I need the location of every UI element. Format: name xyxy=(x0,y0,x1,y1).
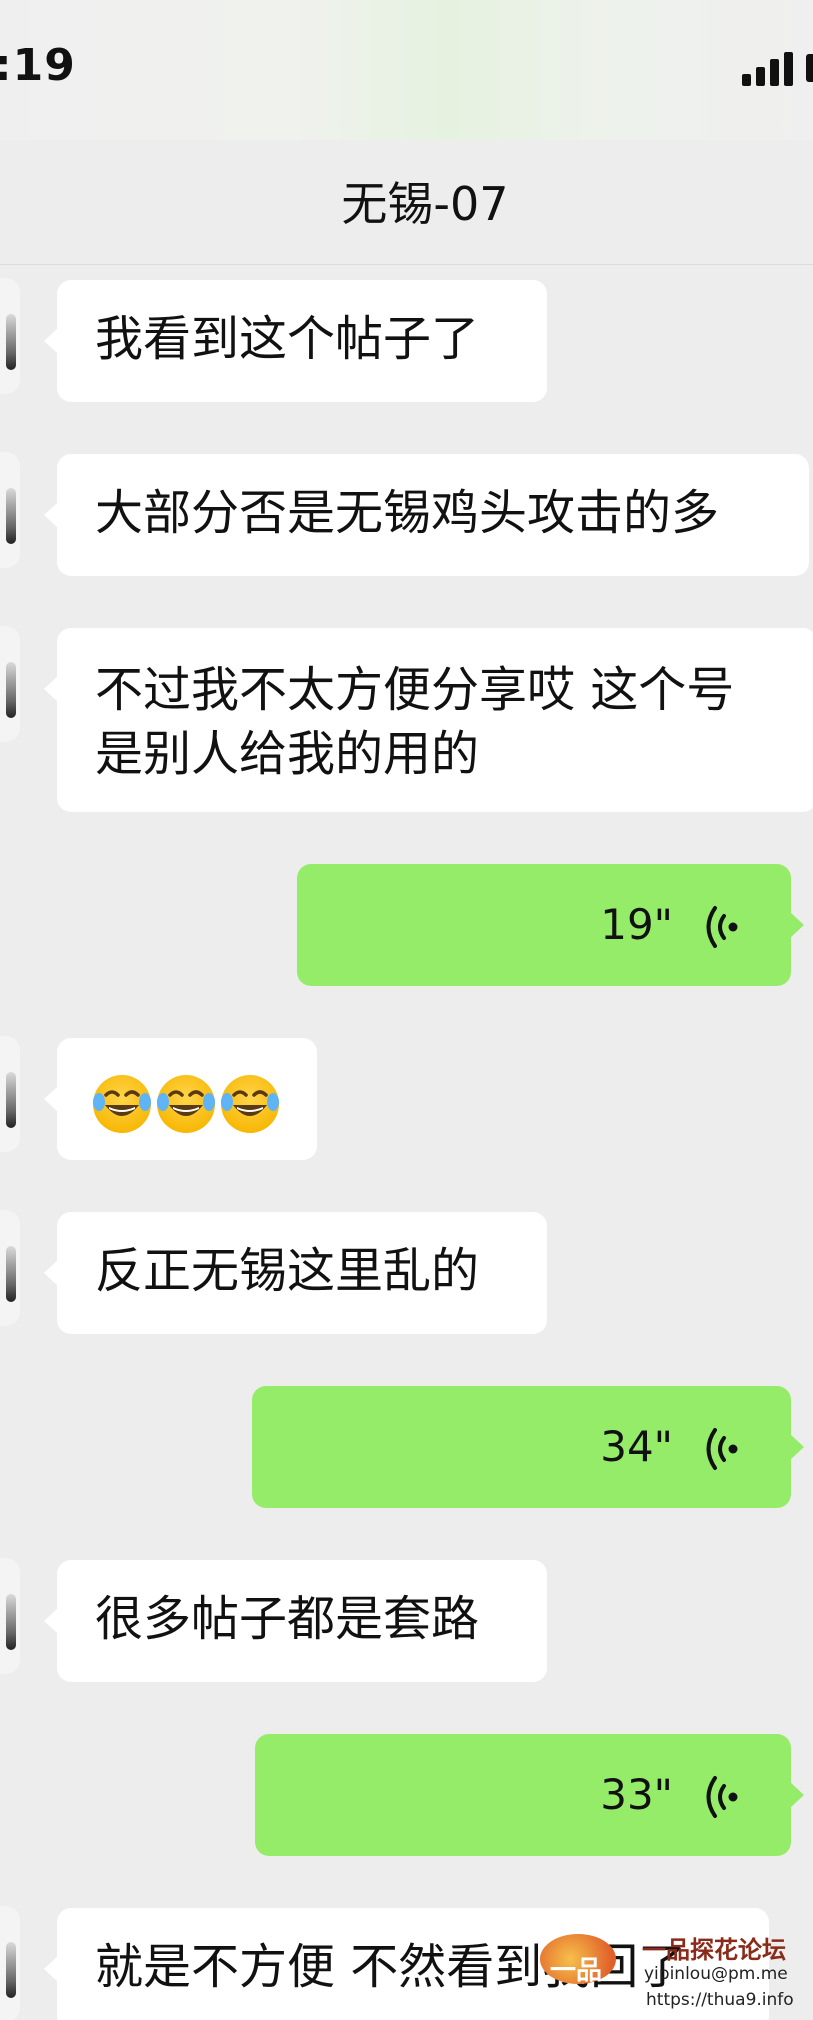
watermark-name: 一品探花论坛 xyxy=(642,1936,786,1964)
watermark-url: https://thua9.info xyxy=(646,1990,794,2010)
emoji-row xyxy=(93,1069,285,1133)
message-line: 不过我不太方便分享哎 这个号 xyxy=(95,662,735,718)
status-time: :19 xyxy=(0,40,76,91)
voice-wave-icon xyxy=(706,1428,738,1470)
contact-avatar[interactable] xyxy=(0,1210,20,1326)
message-text: 很多帖子都是套路 xyxy=(95,1591,480,1647)
chat-header: 无锡-07 xyxy=(0,140,813,265)
tears-of-joy-icon xyxy=(221,1075,279,1133)
tears-of-joy-icon xyxy=(157,1075,215,1133)
message-text: 我看到这个帖子了 xyxy=(95,311,480,367)
message-bubble[interactable] xyxy=(44,1038,317,1160)
battery-icon xyxy=(806,54,813,82)
contact-avatar[interactable] xyxy=(0,1906,20,2020)
message-bubble[interactable]: 我看到这个帖子了 xyxy=(44,280,547,402)
contact-avatar[interactable] xyxy=(0,1558,20,1674)
message-bubble[interactable]: 反正无锡这里乱的 xyxy=(44,1212,547,1334)
forum-logo-icon: 一品楼 xyxy=(540,1934,616,2020)
message-bubble[interactable]: 大部分否是无锡鸡头攻击的多 xyxy=(44,454,809,576)
chat-title[interactable]: 无锡-07 xyxy=(0,168,813,234)
voice-wave-icon xyxy=(706,1776,738,1818)
message-line: 是别人给我的用的 xyxy=(95,726,480,782)
contact-avatar[interactable] xyxy=(0,626,20,742)
logo-text: 一品楼 xyxy=(550,1956,603,2020)
voice-message-bubble[interactable]: 34" xyxy=(252,1386,804,1508)
message-text: 大部分否是无锡鸡头攻击的多 xyxy=(95,485,720,541)
message-text: 反正无锡这里乱的 xyxy=(95,1243,480,1299)
voice-duration: 33" xyxy=(600,1770,673,1819)
message-text: 不过我不太方便分享哎 这个号 是别人给我的用的 xyxy=(95,658,734,786)
voice-message-bubble[interactable]: 33" xyxy=(255,1734,804,1856)
forum-watermark: 一品楼 一品探花论坛 yipinlou@pm.me https://thua9.… xyxy=(540,1926,813,2020)
tears-of-joy-icon xyxy=(93,1075,151,1133)
message-bubble[interactable]: 很多帖子都是套路 xyxy=(44,1560,547,1682)
watermark-email: yipinlou@pm.me xyxy=(644,1964,788,1984)
message-bubble[interactable]: 不过我不太方便分享哎 这个号 是别人给我的用的 xyxy=(44,628,813,812)
contact-avatar[interactable] xyxy=(0,452,20,568)
voice-wave-icon xyxy=(706,906,738,948)
voice-message-bubble[interactable]: 19" xyxy=(297,864,804,986)
voice-duration: 19" xyxy=(600,900,673,949)
status-bar: :19 xyxy=(0,0,813,140)
cellular-signal-icon xyxy=(742,50,802,86)
contact-avatar[interactable] xyxy=(0,278,20,394)
chat-screen: :19 无锡-07 我看到这个帖子了 大部分否是无锡鸡头攻击的多 不过我不太方便… xyxy=(0,0,813,2020)
voice-duration: 34" xyxy=(600,1422,673,1471)
contact-avatar[interactable] xyxy=(0,1036,20,1152)
